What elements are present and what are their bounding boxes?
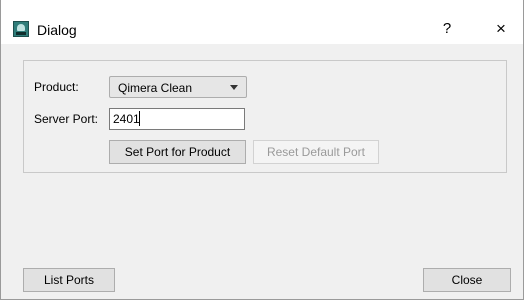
product-dropdown[interactable]: Qimera Clean — [109, 76, 247, 98]
product-dropdown-value: Qimera Clean — [118, 81, 193, 95]
set-port-button[interactable]: Set Port for Product — [109, 140, 246, 164]
server-port-input[interactable] — [109, 108, 245, 130]
chevron-down-icon — [230, 85, 238, 90]
dialog-window: Dialog ? × Product: Qimera Clean Server … — [0, 0, 524, 300]
help-button[interactable]: ? — [431, 14, 463, 44]
text-cursor — [139, 111, 140, 126]
product-label: Product: — [34, 80, 79, 94]
close-button[interactable]: Close — [423, 268, 511, 292]
window-title: Dialog — [37, 22, 77, 38]
server-port-label: Server Port: — [34, 112, 99, 126]
application-icon — [13, 21, 29, 37]
reset-default-port-button[interactable]: Reset Default Port — [253, 140, 379, 164]
list-ports-button[interactable]: List Ports — [23, 268, 115, 292]
title-bar[interactable]: Dialog ? × — [1, 0, 523, 44]
window-close-button[interactable]: × — [483, 14, 519, 44]
